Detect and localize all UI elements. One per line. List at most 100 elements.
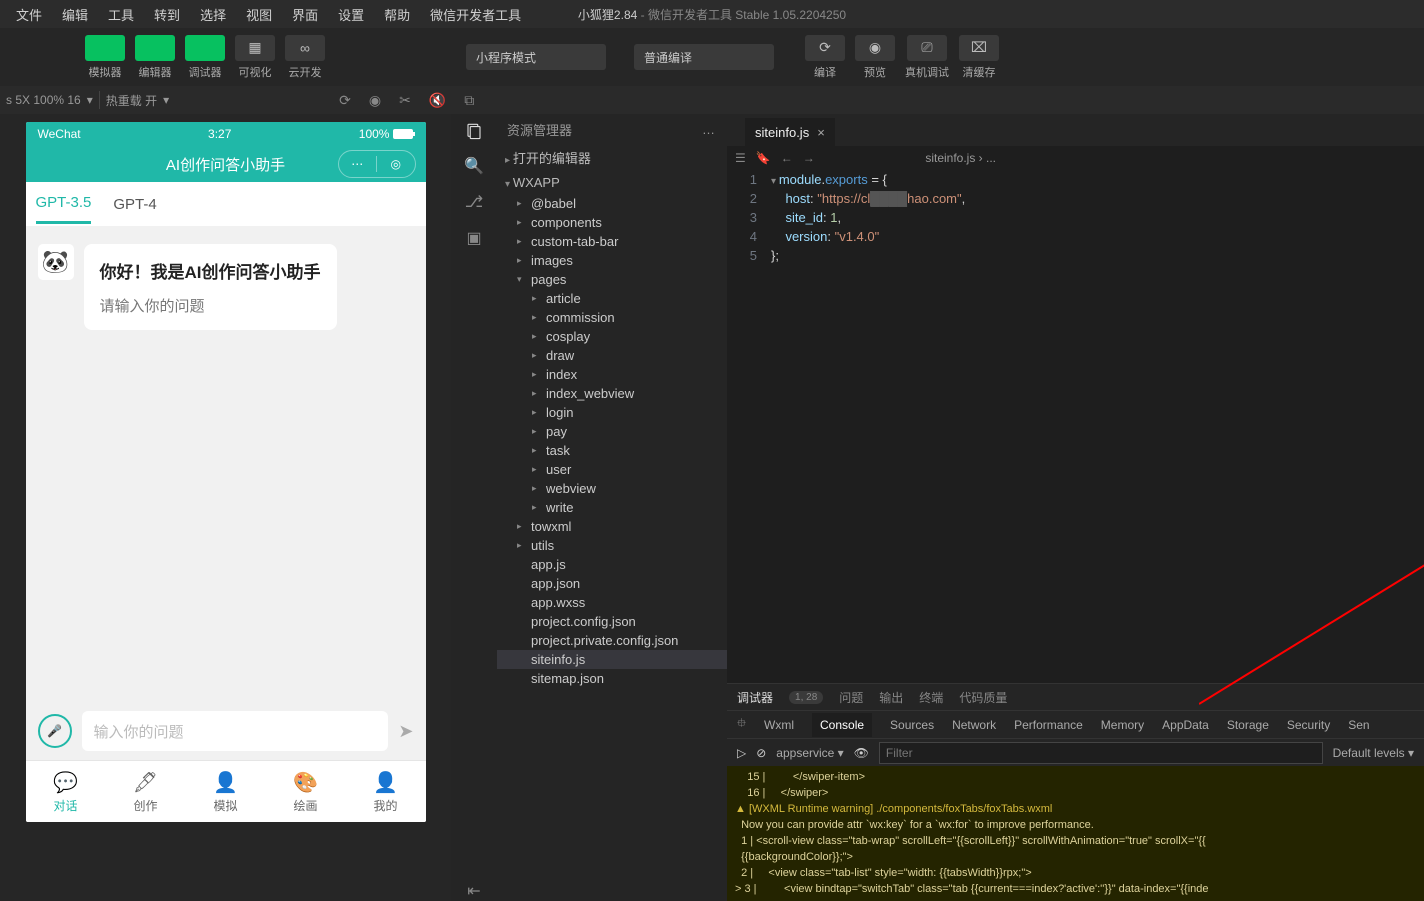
tabbar-sim[interactable]: 👤模拟 [186,761,266,822]
menu-file[interactable]: 文件 [6,5,52,24]
dev-tab-wxml[interactable]: Wxml [764,718,794,732]
menu-wx[interactable]: 微信开发者工具 [420,5,531,24]
debugger-button[interactable] [185,35,225,61]
list-icon[interactable]: ☰ [735,151,746,165]
filter-input[interactable] [879,742,1323,764]
menu-view[interactable]: 视图 [236,5,282,24]
menu-goto[interactable]: 转到 [144,5,190,24]
panel-tab-output[interactable]: 输出 [879,689,903,706]
file-appjs[interactable]: app.js [497,555,727,574]
record-icon[interactable]: ◉ [369,92,381,109]
menu-select[interactable]: 选择 [190,5,236,24]
fwd-icon[interactable]: → [803,151,815,165]
close-icon[interactable]: × [817,125,825,140]
branch-icon[interactable]: ⎇ [465,192,483,212]
collapse-in-icon[interactable]: ⇤ [467,881,480,901]
dev-tab-network[interactable]: Network [952,718,996,732]
console-output[interactable]: 15 | </swiper-item> 16 | </swiper> ▲ [WX… [727,766,1424,901]
dev-tab-sensor[interactable]: Sen [1348,718,1369,732]
dev-tab-perf[interactable]: Performance [1014,718,1083,732]
file-siteinfo[interactable]: siteinfo.js [497,650,727,669]
menu-edit[interactable]: 编辑 [52,5,98,24]
editor-tab-siteinfo[interactable]: siteinfo.js× [745,118,835,146]
cloud-button[interactable]: ∞ [285,35,325,61]
folder-ctb[interactable]: ▸custom-tab-bar [497,232,727,251]
folder-draw[interactable]: ▸draw [497,346,727,365]
folder-images[interactable]: ▸images [497,251,727,270]
scope-dropdown[interactable]: appservice ▾ [776,746,843,760]
menu-tool[interactable]: 工具 [98,5,144,24]
file-appjson[interactable]: app.json [497,574,727,593]
panel-tab-problems[interactable]: 问题 [839,689,863,706]
folder-pages[interactable]: ▾pages [497,270,727,289]
tabbar-create[interactable]: 🖋创作 [106,761,186,822]
folder-commission[interactable]: ▸commission [497,308,727,327]
compile-button[interactable]: ⟳ [805,35,845,61]
preview-button[interactable]: ◉ [855,35,895,61]
dev-tab-security[interactable]: Security [1287,718,1330,732]
volume-icon[interactable]: 🔇 [429,92,446,109]
folder-towxml[interactable]: ▸towxml [497,517,727,536]
tabbar-draw[interactable]: 🎨绘画 [266,761,346,822]
panel-tab-debugger[interactable]: 调试器 [737,689,773,706]
dev-tab-console[interactable]: Console [812,713,872,737]
blocks-icon[interactable]: ▣ [466,228,481,248]
file-sitemap[interactable]: sitemap.json [497,669,727,688]
eye-icon[interactable]: 👁 [854,746,869,760]
viz-button[interactable]: ▦ [235,35,275,61]
menu-help[interactable]: 帮助 [374,5,420,24]
explorer-icon[interactable] [465,122,483,140]
cut-icon[interactable]: ✂ [399,92,411,109]
folder-webview[interactable]: ▸webview [497,479,727,498]
refresh-icon[interactable]: ⟳ [339,92,351,109]
project-section[interactable]: WXAPP [497,171,727,194]
bookmark-icon[interactable]: 🔖 [756,151,771,165]
panel-tab-terminal[interactable]: 终端 [919,689,943,706]
folder-babel[interactable]: ▸@babel [497,194,727,213]
hot-reload[interactable]: 热重载 开 [106,92,157,109]
folder-index-wv[interactable]: ▸index_webview [497,384,727,403]
tab-gpt4[interactable]: GPT-4 [113,196,156,213]
file-pcj[interactable]: project.config.json [497,612,727,631]
folder-components[interactable]: ▸components [497,213,727,232]
back-icon[interactable]: ← [781,151,793,165]
capsule-button[interactable]: ⋯◎ [338,150,416,178]
tabbar-chat[interactable]: 💬对话 [26,761,106,822]
open-editors-section[interactable]: 打开的编辑器 [497,144,727,171]
chat-input[interactable]: 输入你的问题 [82,711,389,751]
file-appwxss[interactable]: app.wxss [497,593,727,612]
compile-dropdown[interactable]: 普通编译 [634,44,774,70]
folder-cosplay[interactable]: ▸cosplay [497,327,727,346]
folder-login[interactable]: ▸login [497,403,727,422]
mic-button[interactable]: 🎤 [38,714,72,748]
dev-tab-memory[interactable]: Memory [1101,718,1144,732]
dev-tab-storage[interactable]: Storage [1227,718,1269,732]
real-debug-button[interactable]: ⎚ [907,35,947,61]
menu-settings[interactable]: 设置 [328,5,374,24]
code-editor[interactable]: 12345 ▾ module.exports = { host: "https:… [727,170,1424,683]
panel-tab-quality[interactable]: 代码质量 [959,689,1007,706]
tab-gpt35[interactable]: GPT-3.5 [36,194,92,224]
play-icon[interactable]: ▷ [737,746,746,760]
more-icon[interactable]: … [702,122,717,137]
menu-interface[interactable]: 界面 [282,5,328,24]
mode-dropdown[interactable]: 小程序模式 [466,44,606,70]
dev-tab-sources[interactable]: Sources [890,718,934,732]
tabbar-me[interactable]: 👤我的 [346,761,426,822]
send-button[interactable]: ➤ [398,721,413,742]
simulator-button[interactable] [85,35,125,61]
dev-tab-appdata[interactable]: AppData [1162,718,1209,732]
editor-button[interactable] [135,35,175,61]
folder-user[interactable]: ▸user [497,460,727,479]
folder-task[interactable]: ▸task [497,441,727,460]
search-icon[interactable]: 🔍 [464,156,484,176]
folder-index[interactable]: ▸index [497,365,727,384]
folder-pay[interactable]: ▸pay [497,422,727,441]
block-icon[interactable]: ⊘ [756,746,766,760]
copy-icon[interactable]: ⧉ [464,92,474,109]
inspect-icon[interactable]: ⯐ [737,714,746,735]
folder-article[interactable]: ▸article [497,289,727,308]
file-ppcj[interactable]: project.private.config.json [497,631,727,650]
folder-utils[interactable]: ▸utils [497,536,727,555]
clear-cache-button[interactable]: ⌧ [959,35,999,61]
